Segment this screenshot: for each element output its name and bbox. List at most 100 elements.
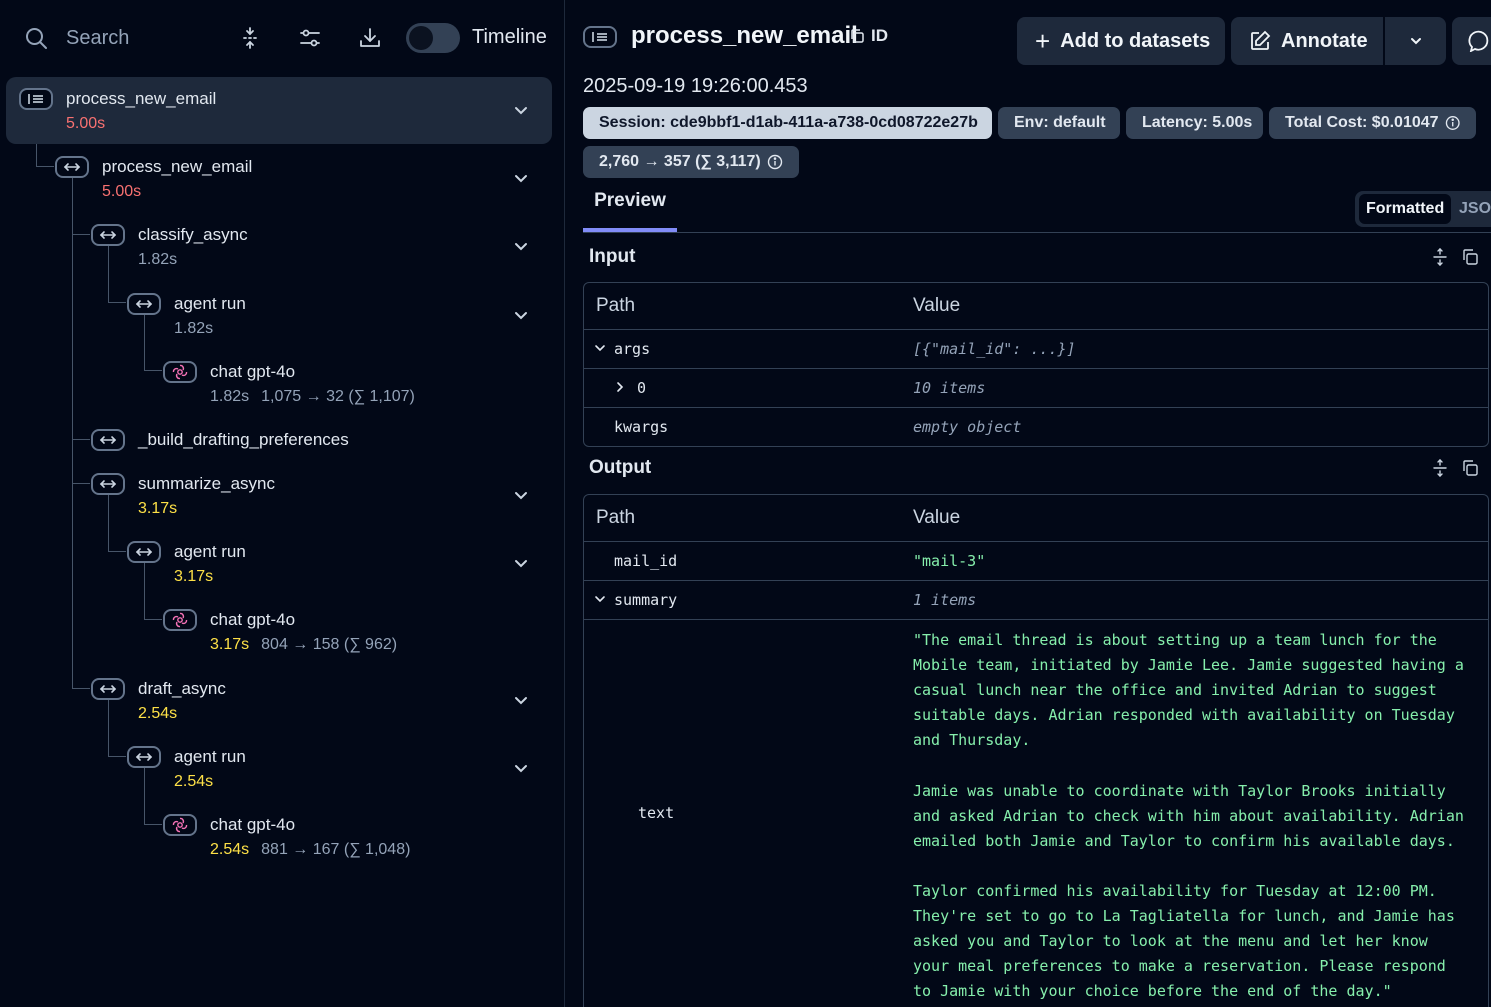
chevron-down-icon[interactable] bbox=[510, 485, 532, 507]
expand-icon[interactable] bbox=[1431, 459, 1449, 477]
span-name: chat gpt-4o bbox=[210, 610, 296, 629]
annotate-button[interactable]: Annotate bbox=[1231, 17, 1383, 65]
table-row[interactable]: mail_id "mail-3" bbox=[584, 542, 1488, 581]
path-key: text bbox=[638, 804, 675, 822]
arrows-icon bbox=[91, 473, 125, 495]
session-badge[interactable]: Session: cde9bbf1-d1ab-411a-a738-0cd0872… bbox=[583, 107, 992, 139]
info-icon[interactable] bbox=[767, 154, 783, 170]
chevron-down-icon[interactable] bbox=[510, 758, 532, 780]
chevron-down-icon[interactable] bbox=[593, 592, 607, 606]
add-to-datasets-button[interactable]: + Add to datasets bbox=[1017, 17, 1225, 65]
span-name: agent run bbox=[174, 294, 246, 313]
tree-line bbox=[144, 314, 145, 370]
column-header-value: Value bbox=[913, 295, 961, 316]
path-key: mail_id bbox=[614, 552, 678, 570]
json-option[interactable]: JSON bbox=[1459, 194, 1491, 224]
tree-line bbox=[72, 234, 90, 235]
table-row[interactable]: args [{"mail_id": ...}] bbox=[584, 330, 1488, 369]
copy-icon[interactable] bbox=[1461, 248, 1479, 266]
search-icon[interactable] bbox=[25, 27, 47, 49]
tree-line bbox=[108, 302, 126, 303]
span-latency: 3.17s bbox=[174, 568, 214, 585]
chevron-down-icon[interactable] bbox=[510, 168, 532, 190]
chevron-down-icon[interactable] bbox=[510, 305, 532, 327]
path-value: empty object bbox=[913, 418, 1022, 436]
openai-icon bbox=[163, 814, 197, 836]
summary-text-value: "The email thread is about setting up a … bbox=[913, 631, 1464, 1001]
copy-icon[interactable] bbox=[1461, 459, 1479, 477]
span-name: chat gpt-4o bbox=[210, 815, 296, 834]
span-meta: 1.82s bbox=[174, 319, 213, 339]
table-row[interactable]: kwargs empty object bbox=[584, 408, 1488, 446]
collapse-all-icon[interactable] bbox=[238, 26, 262, 50]
chevron-down-icon[interactable] bbox=[510, 690, 532, 712]
tree-line bbox=[108, 246, 109, 302]
chevron-down-icon[interactable] bbox=[510, 100, 532, 122]
formatted-option[interactable]: Formatted bbox=[1359, 194, 1452, 224]
filter-settings-icon[interactable] bbox=[298, 26, 322, 50]
path-key: args bbox=[614, 340, 651, 358]
arrows-icon bbox=[127, 746, 161, 768]
span-timestamp: 2025-09-19 19:26:00.453 bbox=[583, 75, 808, 97]
tree-line bbox=[36, 166, 54, 167]
timeline-toggle[interactable] bbox=[406, 23, 460, 53]
span-name: chat gpt-4o bbox=[210, 362, 296, 381]
chevron-right-icon[interactable] bbox=[613, 380, 627, 394]
span-meta: 2.54s bbox=[174, 772, 213, 792]
path-key: 0 bbox=[637, 379, 647, 397]
view-mode-toggle: Formatted JSON bbox=[1355, 191, 1491, 227]
page-title: process_new_email bbox=[631, 22, 858, 49]
tree-line bbox=[108, 495, 109, 551]
tree-line bbox=[144, 370, 162, 371]
path-key: summary bbox=[614, 591, 678, 609]
span-name: classify_async bbox=[138, 225, 248, 244]
openai-icon bbox=[163, 361, 197, 383]
latency-badge: Latency: 5.00s bbox=[1126, 107, 1263, 139]
add-to-datasets-label: Add to datasets bbox=[1060, 29, 1211, 52]
input-section-title: Input bbox=[589, 246, 636, 267]
table-row[interactable]: summary 1 items bbox=[584, 581, 1488, 620]
chevron-down-icon bbox=[1410, 38, 1421, 45]
tree-line bbox=[72, 439, 90, 440]
span-latency: 1.82s bbox=[138, 251, 178, 268]
annotate-dropdown-button[interactable] bbox=[1385, 17, 1446, 65]
span-latency: 2.54s bbox=[174, 773, 214, 790]
tree-line bbox=[108, 700, 109, 756]
comment-button[interactable] bbox=[1452, 17, 1491, 65]
list-icon bbox=[583, 26, 617, 48]
tree-line bbox=[144, 824, 162, 825]
input-table: Path Value args [{"mail_id": ...}] 0 10 … bbox=[583, 282, 1489, 447]
span-latency: 3.17s bbox=[138, 500, 178, 517]
chevron-down-icon[interactable] bbox=[510, 553, 532, 575]
table-row[interactable]: 0 10 items bbox=[584, 369, 1488, 408]
copy-id-button[interactable]: ID bbox=[849, 26, 888, 46]
path-value: [{"mail_id": ...}] bbox=[913, 340, 1076, 358]
output-table: Path Value mail_id "mail-3" summary 1 it… bbox=[583, 494, 1489, 1007]
info-icon[interactable] bbox=[1445, 115, 1460, 131]
tab-preview[interactable]: Preview bbox=[583, 190, 677, 212]
table-row[interactable]: text "The email thread is about setting … bbox=[584, 620, 1488, 1007]
span-tokens: 804 → 158 (∑ 962) bbox=[261, 636, 398, 653]
tree-line bbox=[108, 551, 126, 552]
chevron-down-icon[interactable] bbox=[593, 341, 607, 355]
expand-icon[interactable] bbox=[1431, 248, 1449, 266]
cost-label: Total Cost: $0.01047 bbox=[1285, 114, 1439, 131]
copy-id-label: ID bbox=[871, 26, 888, 45]
arrows-icon bbox=[55, 156, 89, 178]
chevron-down-icon[interactable] bbox=[510, 236, 532, 258]
search-input[interactable]: Search bbox=[66, 27, 129, 50]
download-icon[interactable] bbox=[358, 26, 382, 50]
table-header: Path Value bbox=[584, 495, 1488, 542]
arrows-icon bbox=[91, 429, 125, 451]
path-value: "mail-3" bbox=[913, 552, 986, 570]
span-latency: 2.54s bbox=[138, 705, 178, 722]
tree-line bbox=[72, 178, 73, 688]
column-header-path: Path bbox=[596, 507, 636, 528]
tokens-badge: 2,760 → 357 (∑ 3,117) bbox=[583, 146, 799, 178]
tree-line bbox=[72, 688, 90, 689]
span-name: draft_async bbox=[138, 679, 226, 698]
span-name: process_new_email bbox=[102, 157, 253, 176]
span-latency: 1.82s bbox=[174, 320, 214, 337]
span-meta: 3.17s 804 → 158 (∑ 962) bbox=[210, 635, 397, 655]
path-value: 10 items bbox=[913, 379, 986, 397]
